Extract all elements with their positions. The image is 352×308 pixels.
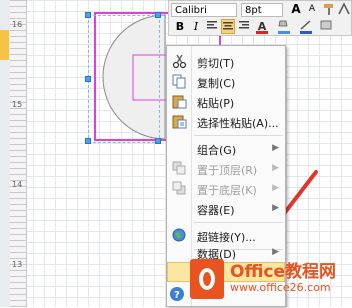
align-right-icon[interactable] [237, 19, 251, 34]
font-color-button[interactable]: A [255, 19, 269, 34]
hyperlink-globe-icon [172, 228, 187, 243]
menu-item-label: 选择性粘贴(A)... [197, 117, 279, 130]
fill-color-swatch [278, 31, 290, 34]
menu-item-copy[interactable]: 复制(C) [167, 72, 285, 92]
line-color-icon[interactable] [299, 19, 313, 34]
resize-handle[interactable] [85, 12, 91, 18]
watermark-title: Office教程网 [230, 262, 337, 282]
send-to-back-icon [172, 181, 187, 196]
menu-item-label: 粘贴(P) [197, 97, 235, 110]
menu-item-group[interactable]: 组合(G) ▶ [167, 139, 285, 159]
menu-item-paste-special[interactable]: 选择性粘贴(A)... [167, 112, 285, 132]
bold-button[interactable]: B [173, 19, 187, 34]
fill-color-icon[interactable] [277, 19, 291, 34]
menu-item-label: 复制(C) [197, 77, 236, 90]
menu-separator [194, 222, 283, 223]
menu-item-cut[interactable]: 剪切(T) [167, 52, 285, 72]
menu-item-bring-to-front[interactable]: 置于顶层(R) ▶ [167, 159, 285, 179]
menu-item-label: 剪切(T) [197, 57, 235, 70]
menu-item-label: 置于顶层(R) [197, 164, 258, 177]
format-shape-icon[interactable] [319, 19, 333, 34]
menu-item-send-to-back[interactable]: 置于底层(K) ▶ [167, 179, 285, 199]
text-effects-icon[interactable] [337, 2, 351, 17]
grow-font-button[interactable]: A [289, 2, 303, 17]
resize-handle[interactable] [85, 138, 91, 144]
resize-handle[interactable] [155, 138, 161, 144]
scissors-icon [172, 54, 187, 69]
menu-separator [194, 135, 283, 136]
menu-item-label: 置于底层(K) [197, 184, 257, 197]
italic-button[interactable]: I [189, 19, 203, 34]
submenu-arrow-icon: ▶ [272, 163, 279, 173]
paste-special-icon [172, 114, 187, 129]
align-center-icon[interactable] [221, 19, 235, 34]
submenu-arrow-icon: ▶ [272, 143, 279, 153]
office26-watermark: Office教程网 www.office26.com [190, 255, 352, 307]
submenu-arrow-icon: ▶ [272, 183, 279, 193]
selection-bounding-box [88, 15, 160, 143]
font-name-field[interactable]: Calibri [171, 3, 237, 17]
align-left-icon[interactable] [205, 19, 219, 34]
resize-handle[interactable] [155, 12, 161, 18]
bring-to-front-icon [172, 161, 187, 176]
office-logo-icon [190, 259, 224, 299]
paste-icon [172, 94, 187, 109]
font-color-swatch [256, 31, 268, 34]
submenu-arrow-icon: ▶ [272, 203, 279, 213]
copy-icon [172, 74, 187, 89]
menu-item-paste[interactable]: 粘贴(P) [167, 92, 285, 112]
shrink-font-button[interactable]: A [305, 2, 319, 17]
menu-item-label: 容器(E) [197, 204, 235, 217]
mini-format-toolbar: Calibri 8pt A A B I A [168, 0, 352, 36]
font-size-field[interactable]: 8pt [241, 3, 283, 17]
watermark-url: www.office26.com [230, 281, 331, 294]
menu-item-container[interactable]: 容器(E) ▶ [167, 199, 285, 219]
svg-text:?: ? [174, 290, 180, 301]
format-painter-icon[interactable] [322, 2, 336, 17]
resize-handle[interactable] [85, 76, 91, 82]
line-color-swatch [300, 31, 312, 34]
menu-item-label: 组合(G) [197, 144, 237, 157]
